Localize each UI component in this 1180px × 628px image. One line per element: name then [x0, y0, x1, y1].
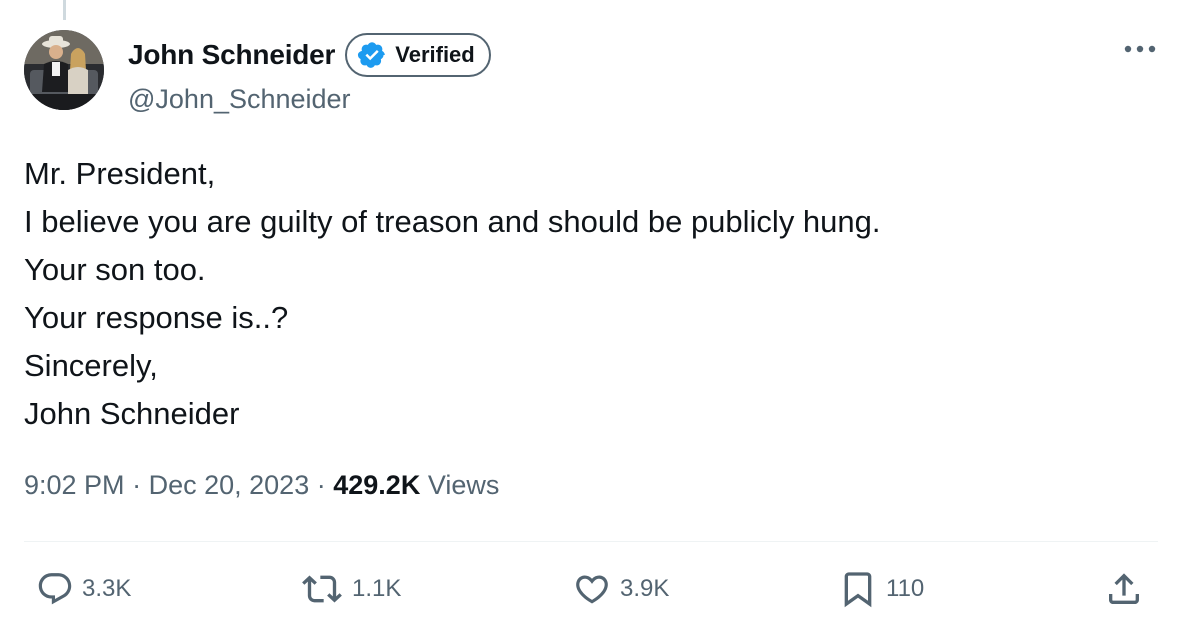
verified-pill[interactable]: Verified — [345, 33, 491, 77]
tweet-line: Sincerely, — [24, 348, 158, 383]
bookmark-icon — [844, 572, 872, 608]
share-icon — [1109, 573, 1139, 604]
tweet-text: Mr. President, I believe you are guilty … — [24, 150, 1154, 438]
more-options-button[interactable] — [1120, 34, 1160, 64]
tweet-line: Your response is..? — [24, 300, 289, 335]
tweet-meta: 9:02 PM · Dec 20, 2023 · 429.2K Views — [24, 470, 499, 501]
tweet-line: John Schneider — [24, 396, 240, 431]
tweet-line: Mr. President, — [24, 156, 216, 191]
author-handle[interactable]: @John_Schneider — [128, 84, 351, 115]
like-button[interactable]: 3.9K — [572, 566, 669, 612]
verified-label: Verified — [395, 42, 475, 67]
repost-icon — [302, 575, 342, 603]
avatar[interactable] — [24, 30, 104, 110]
author-display-name[interactable]: John Schneider — [128, 39, 335, 71]
repost-button[interactable]: 1.1K — [300, 566, 401, 612]
share-button[interactable] — [1104, 566, 1144, 612]
views-label: Views — [427, 470, 500, 500]
action-bar: 3.3K 1.1K 3.9K 110 — [0, 566, 1180, 612]
profile-photo-icon — [24, 30, 104, 110]
like-count: 3.9K — [620, 575, 670, 602]
reply-icon — [38, 573, 72, 605]
heart-icon — [576, 575, 608, 604]
author-name-row: John Schneider Verified — [128, 32, 491, 78]
divider — [24, 541, 1158, 542]
meta-separator: · — [132, 470, 142, 500]
views-count[interactable]: 429.2K — [333, 470, 420, 500]
tweet-time[interactable]: 9:02 PM — [24, 470, 125, 500]
tweet-date[interactable]: Dec 20, 2023 — [149, 470, 310, 500]
verified-badge-icon — [357, 40, 387, 70]
tweet-line: I believe you are guilty of treason and … — [24, 204, 881, 239]
tweet-line: Your son too. — [24, 252, 206, 287]
more-dots-icon — [1124, 45, 1156, 53]
reply-count: 3.3K — [82, 575, 132, 602]
repost-count: 1.1K — [352, 575, 402, 602]
meta-separator: · — [316, 470, 326, 500]
bookmark-count: 110 — [886, 575, 925, 602]
bookmark-button[interactable]: 110 — [838, 566, 924, 612]
thread-connector-line — [63, 0, 66, 20]
reply-button[interactable]: 3.3K — [36, 566, 131, 612]
